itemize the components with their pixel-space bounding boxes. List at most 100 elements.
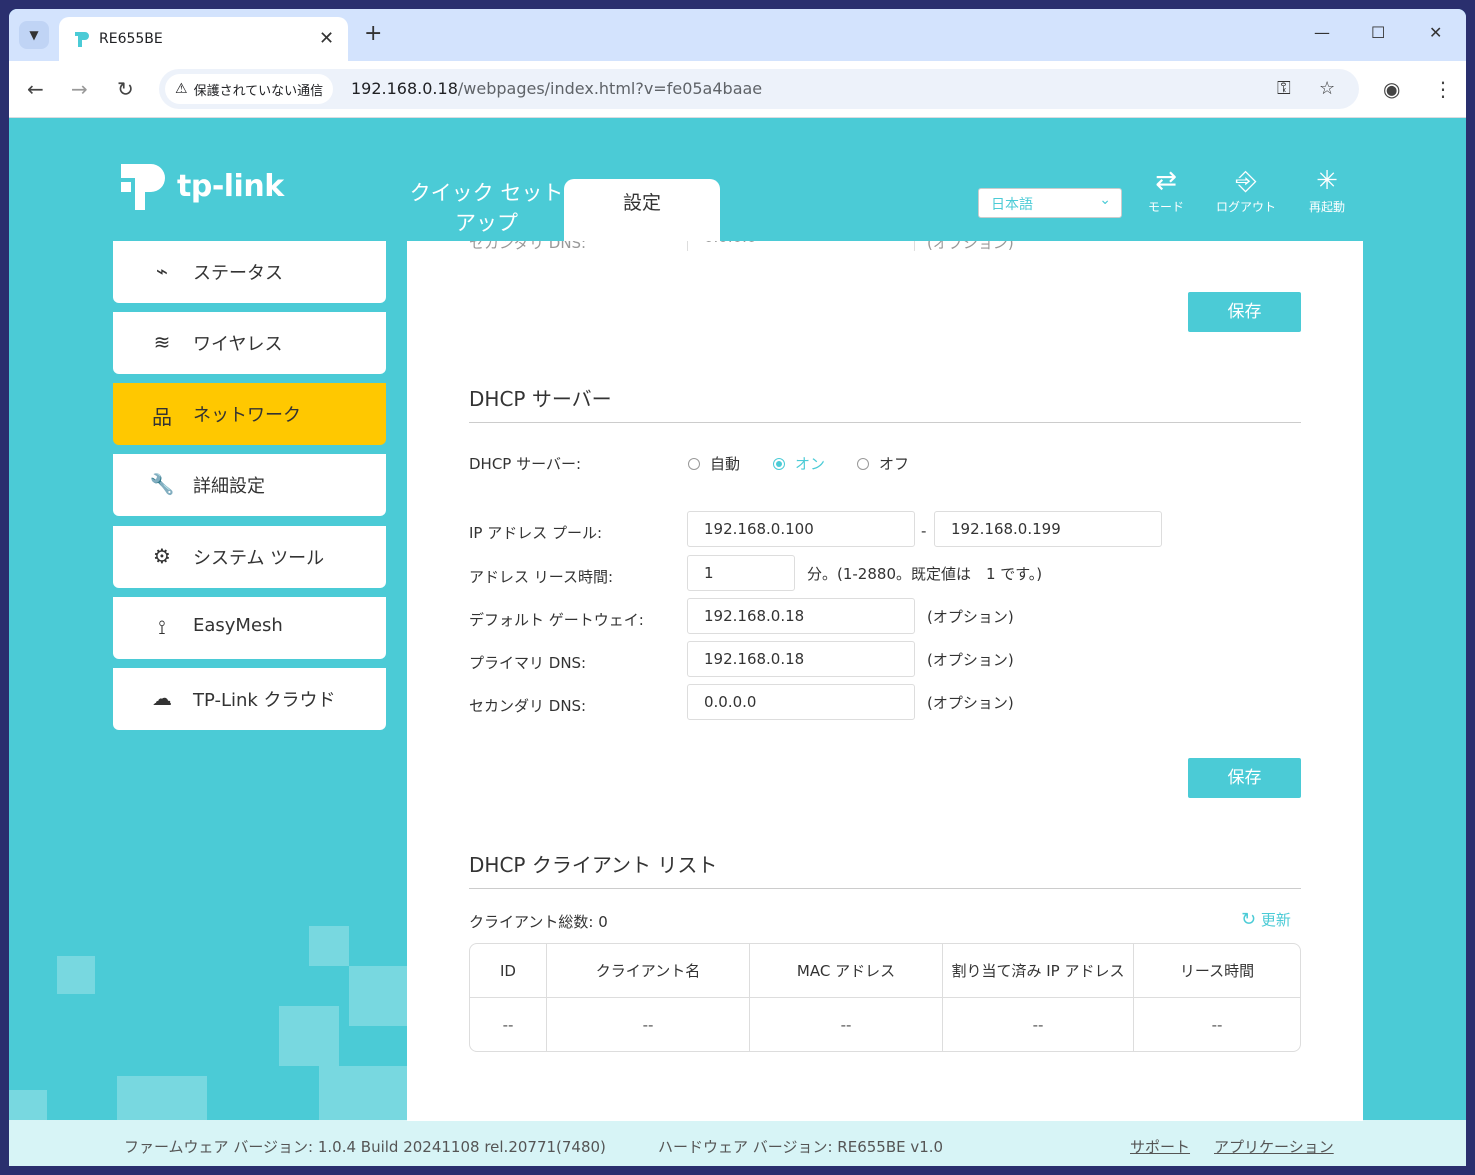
primary-dns-optional-note: (オプション): [927, 651, 1014, 669]
router-web-ui: tp-link クイック セット アップ 設定 日本語 ⌄ ⇄ モード ⎆ ログ…: [9, 118, 1466, 1166]
logout-button[interactable]: ⎆ ログアウト: [1206, 166, 1286, 215]
table-cell: --: [470, 998, 547, 1051]
decor-square: [9, 1090, 47, 1120]
gateway-input[interactable]: 192.168.0.18: [687, 598, 915, 634]
warning-icon: ⚠: [175, 81, 188, 97]
sidebar-item-label: 詳細設定: [193, 476, 265, 497]
tab-settings[interactable]: 設定: [564, 179, 720, 243]
reboot-spinner-icon: ✳: [1316, 166, 1338, 196]
forward-button[interactable]: →: [71, 77, 88, 101]
tab-search-button[interactable]: ▼: [19, 21, 49, 49]
gateway-optional-note: (オプション): [927, 608, 1014, 626]
primary-dns-input[interactable]: 192.168.0.18: [687, 641, 915, 677]
client-total-value: 0: [598, 913, 608, 931]
language-value: 日本語: [991, 197, 1033, 213]
save-button[interactable]: 保存: [1188, 758, 1301, 798]
sidebar-item-easymesh[interactable]: ⟟ EasyMesh: [113, 597, 386, 659]
tab-close-icon[interactable]: ✕: [319, 28, 334, 49]
url-text[interactable]: 192.168.0.18/webpages/index.html?v=fe05a…: [351, 79, 762, 98]
radio-on[interactable]: オン: [773, 453, 825, 474]
mode-label: モード: [1147, 200, 1184, 214]
tplink-logo: tp-link: [113, 156, 284, 216]
column-header: 割り当て済み IP アドレス: [943, 944, 1134, 998]
reboot-button[interactable]: ✳ 再起動: [1287, 166, 1367, 215]
lease-time-input[interactable]: 1: [687, 555, 795, 591]
ip-pool-start-input[interactable]: 192.168.0.100: [687, 511, 915, 547]
profile-icon[interactable]: ◉: [1383, 77, 1400, 101]
table-cell: --: [1211, 1015, 1223, 1034]
sidebar-item-cloud[interactable]: ☁ TP-Link クラウド: [113, 668, 386, 730]
ip-pool-label: IP アドレス プール:: [469, 524, 603, 542]
sidebar-item-advanced[interactable]: 🔧 詳細設定: [113, 454, 386, 516]
menu-kebab-icon[interactable]: ⋮: [1433, 77, 1453, 101]
table-row: -- -- -- -- --: [470, 998, 1300, 1051]
sidebar-item-label: ステータス: [193, 263, 283, 284]
reboot-label: 再起動: [1308, 200, 1345, 214]
divider: [469, 888, 1301, 889]
save-button[interactable]: 保存: [1188, 292, 1301, 332]
maximize-button[interactable]: ☐: [1371, 23, 1385, 42]
radio-label: 自動: [710, 455, 741, 473]
refresh-button[interactable]: ↻ 更新: [1241, 909, 1291, 930]
chevron-down-icon: ⌄: [1099, 192, 1111, 208]
sidebar-item-label: ワイヤレス: [193, 334, 283, 355]
table-cell: --: [750, 998, 943, 1051]
browser-window: ▼ RE655BE ✕ + — ☐ ✕ ← → ↻ ⚠ 保護されていない通信 1…: [9, 9, 1466, 1166]
sidebar-item-status[interactable]: ⌁ ステータス: [113, 241, 386, 303]
partial-secondary-dns-input[interactable]: 0.0.0.0: [687, 241, 915, 251]
browser-tab[interactable]: RE655BE ✕: [59, 17, 348, 61]
hardware-version: ハードウェア バージョン: RE655BE v1.0: [658, 1138, 944, 1156]
refresh-label: 更新: [1260, 911, 1291, 929]
lease-time-note: 分。(1-2880。既定値は 1 です。): [807, 565, 1043, 583]
column-header: クライアント名: [547, 944, 750, 998]
address-bar[interactable]: ⚠ 保護されていない通信 192.168.0.18/webpages/index…: [159, 69, 1359, 109]
column-header: ID: [470, 944, 547, 998]
dhcp-server-label: DHCP サーバー:: [469, 455, 582, 473]
gateway-label: デフォルト ゲートウェイ:: [469, 611, 644, 629]
mode-switch-icon: ⇄: [1155, 166, 1177, 196]
support-link[interactable]: サポート: [1130, 1136, 1190, 1157]
table-header-row: ID クライアント名 MAC アドレス 割り当て済み IP アドレス リース時間: [470, 944, 1300, 998]
table-cell: --: [943, 998, 1134, 1051]
sidebar-item-label: システム ツール: [193, 548, 325, 569]
gear-icon: ⚙: [153, 544, 171, 568]
sidebar-item-network[interactable]: 品 ネットワーク: [113, 383, 386, 445]
reload-button[interactable]: ↻: [117, 77, 134, 101]
radio-off[interactable]: オフ: [857, 453, 909, 474]
radio-auto[interactable]: 自動: [688, 453, 740, 474]
sidebar-item-label: ネットワーク: [193, 405, 301, 426]
lease-time-label: アドレス リース時間:: [469, 568, 614, 586]
network-icon: 品: [152, 405, 172, 429]
bookmark-star-icon[interactable]: ☆: [1319, 78, 1335, 99]
new-tab-button[interactable]: +: [364, 21, 382, 46]
app-link[interactable]: アプリケーション: [1214, 1136, 1334, 1157]
language-select[interactable]: 日本語 ⌄: [978, 188, 1122, 218]
window-close-button[interactable]: ✕: [1429, 23, 1442, 42]
sidebar-item-system-tools[interactable]: ⚙ システム ツール: [113, 526, 386, 588]
wifi-icon: ≋: [153, 330, 171, 354]
partial-optional-note: (オプション): [927, 241, 1014, 251]
security-indicator[interactable]: ⚠ 保護されていない通信: [165, 74, 334, 104]
ip-pool-end-input[interactable]: 192.168.0.199: [934, 511, 1162, 547]
pulse-icon: ⌁: [155, 259, 169, 283]
sidebar-item-label: EasyMesh: [193, 615, 283, 636]
tplink-favicon-icon: [75, 32, 89, 47]
table-cell: --: [547, 998, 750, 1051]
decor-square: [309, 926, 349, 966]
minimize-button[interactable]: —: [1314, 23, 1330, 42]
content-panel: セカンダリ DNS: 0.0.0.0 (オプション) 保存 DHCP サーバー …: [407, 241, 1363, 1121]
cloud-icon: ☁: [152, 686, 172, 710]
secondary-dns-input[interactable]: 0.0.0.0: [687, 684, 915, 720]
firmware-version: ファームウェア バージョン: 1.0.4 Build 20241108 rel.…: [124, 1138, 606, 1156]
mode-button[interactable]: ⇄ モード: [1126, 166, 1206, 215]
client-total-label: クライアント総数: 0: [469, 911, 608, 932]
brand-wordmark: tp-link: [177, 168, 284, 204]
divider: [469, 422, 1301, 423]
refresh-icon: ↻: [1241, 909, 1257, 930]
tab-quick-setup[interactable]: クイック セット アップ: [404, 178, 569, 238]
back-button[interactable]: ←: [27, 77, 44, 101]
password-key-icon[interactable]: ⚿: [1277, 78, 1291, 99]
logout-label: ログアウト: [1215, 200, 1276, 214]
sidebar-item-wireless[interactable]: ≋ ワイヤレス: [113, 312, 386, 374]
browser-toolbar: ← → ↻ ⚠ 保護されていない通信 192.168.0.18/webpages…: [9, 61, 1466, 118]
